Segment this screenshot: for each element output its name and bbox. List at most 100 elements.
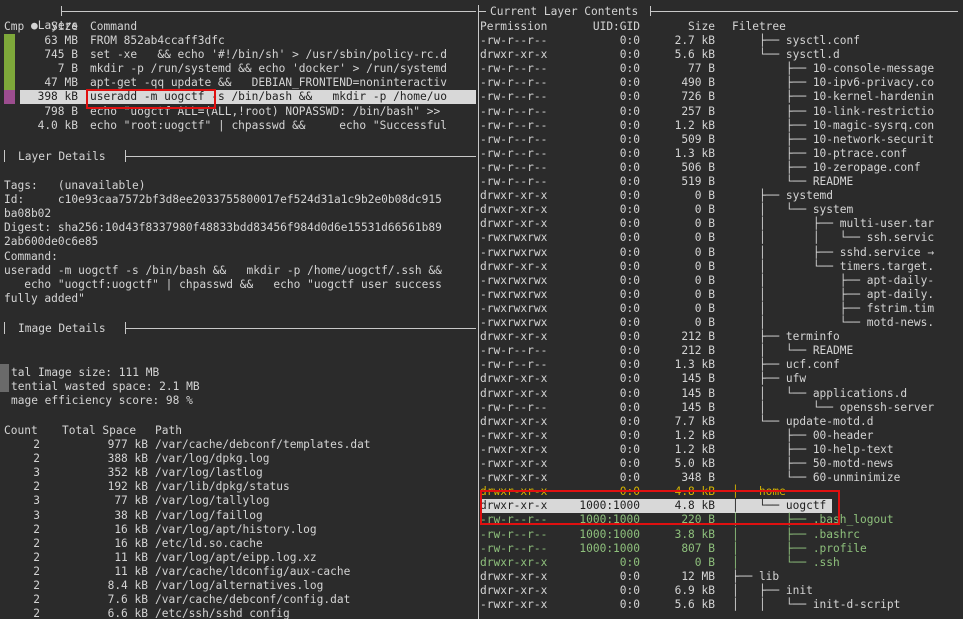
filetree-row[interactable]: -rwxrwxrwx 0:0 0 B │ ├── apt-daily- xyxy=(480,274,963,288)
filetree-row[interactable]: -rwxrwxrwx 0:0 0 B │ │ └── ssh.servic xyxy=(480,231,963,245)
file-tree-entry: └── update-motd.d xyxy=(732,414,874,428)
filetree-row[interactable]: -rw-r--r-- 1000:1000 807 B │ ├── .profile xyxy=(480,542,963,556)
layer-row[interactable]: 7 B mkdir -p /run/systemd && echo 'docker… xyxy=(20,62,476,76)
file-tree-entry: ├── 10-ptrace.conf xyxy=(732,146,908,160)
layer-row[interactable]: 4.0 kB echo "root:uogctf" | chpasswd && e… xyxy=(20,119,476,133)
file-permission: drwxr-xr-x xyxy=(480,583,548,597)
ineff-path: /var/log/alternatives.log xyxy=(155,579,324,592)
file-tree-entry: ├── 10-magic-sysrq.con xyxy=(732,118,935,132)
file-uidgid: 0:0 xyxy=(619,273,640,287)
filetree-row[interactable]: -rw-r--r-- 0:0 1.2 kB ├── 10-magic-sysrq.c… xyxy=(480,119,963,133)
filetree-row[interactable]: -rw-r--r-- 0:0 509 B ├── 10-network-securi… xyxy=(480,133,963,147)
filetree-row[interactable]: -rw-r--r-- 0:0 726 B ├── 10-kernel-hardeni… xyxy=(480,90,963,104)
filetree-row[interactable]: drwxr-xr-x 0:0 212 B ├── terminfo xyxy=(480,330,963,344)
filetree-row[interactable]: -rw-r--r-- 0:0 2.7 kB ├── sysctl.conf xyxy=(480,34,963,48)
layer-size: 745 B xyxy=(44,48,78,62)
filetree-row[interactable]: drwxr-xr-x 0:0 0 B │ └── system xyxy=(480,203,963,217)
ineff-space: 16 kB xyxy=(114,536,148,550)
file-permission: -rw-r--r-- xyxy=(480,34,548,47)
ineff-count: 3 xyxy=(33,494,40,508)
filetree-row[interactable]: -rwxrwxrwx 0:0 0 B │ ├── fstrim.tim xyxy=(480,302,963,316)
filetree-row[interactable]: drwxr-xr-x 0:0 0 B │ └── .ssh xyxy=(480,556,963,570)
filetree-row[interactable]: drwxr-xr-x 0:0 12 MB ├── lib xyxy=(480,570,963,584)
filetree-row[interactable]: -rw-r--r-- 1000:1000 3.8 kB │ ├── .bashrc xyxy=(480,528,963,542)
file-tree-entry: ├── ufw xyxy=(732,372,807,386)
file-tree-entry: │ └── openssh-server xyxy=(732,400,935,414)
ineff-path: /var/log/apt/history.log xyxy=(155,522,317,536)
file-uidgid: 0:0 xyxy=(619,34,640,47)
filetree-row[interactable]: drwxr-xr-x 0:0 0 B │ ├── multi-user.tar xyxy=(480,217,963,231)
file-tree-entry: ├── 10-network-securit xyxy=(732,132,935,146)
side-handle-icon[interactable] xyxy=(0,378,9,392)
file-uidgid: 0:0 xyxy=(619,569,640,583)
image-details-title[interactable]: Image Details xyxy=(18,322,106,336)
file-uidgid: 0:0 xyxy=(619,76,640,90)
filetree-row[interactable]: drwxr-xr-x 0:0 145 B ├── ufw xyxy=(480,372,963,386)
filetree-row[interactable]: drwxr-xr-x 0:0 5.6 kB └── sysctl.d xyxy=(480,48,963,62)
layer-details-title[interactable]: Layer Details xyxy=(18,150,106,164)
filetree-row[interactable]: -rw-r--r-- 0:0 519 B └── README xyxy=(480,175,963,189)
ineff-space: 977 kB xyxy=(107,438,148,451)
filetree-row[interactable]: drwxr-xr-x 0:0 7.7 kB └── update-motd.d xyxy=(480,415,963,429)
file-permission: -rwxr-xr-x xyxy=(480,457,548,470)
inefficiency-row: 2 11 kB/var/log/apt/eipp.log.xz xyxy=(0,551,476,565)
ineff-col-count: Count xyxy=(4,424,38,437)
file-uidgid: 0:0 xyxy=(619,245,640,259)
filetree-row[interactable]: -rwxr-xr-x 0:0 348 B └── 60-unminimize xyxy=(480,471,963,485)
filetree-row[interactable]: -rwxr-xr-x 0:0 5.0 kB ├── 50-motd-news xyxy=(480,457,963,471)
file-permission: -rwxrwxrwx xyxy=(480,301,548,315)
filetree-row[interactable]: -rwxr-xr-x 0:0 1.2 kB ├── 00-header xyxy=(480,429,963,443)
filetree-row[interactable]: -rwxrwxrwx 0:0 0 B │ ├── sshd.service → xyxy=(480,246,963,260)
highlight-home-uogctf xyxy=(480,490,840,525)
file-uidgid: 0:0 xyxy=(619,217,640,231)
layer-size: 398 kB xyxy=(37,90,78,104)
file-tree-entry: ├── 10-help-text xyxy=(732,442,894,456)
filetree-row[interactable]: -rw-r--r-- 0:0 1.3 kB ├── ucf.conf xyxy=(480,358,963,372)
file-size: 1.2 kB xyxy=(674,442,715,456)
inefficiency-row: 2 16 kB/etc/ld.so.cache xyxy=(0,537,476,551)
inefficiency-row: 3 38 kB/var/log/faillog xyxy=(0,509,476,523)
file-permission: -rwxrwxrwx xyxy=(480,273,548,287)
filetree-row[interactable]: drwxr-xr-x 0:0 145 B │ └── applications.d xyxy=(480,387,963,401)
file-size: 5.0 kB xyxy=(674,457,715,470)
filetree-row[interactable]: drwxr-xr-x 0:0 6.9 kB │ ├── init xyxy=(480,584,963,598)
layer-command: mkdir -p /run/systemd && echo 'docker' >… xyxy=(90,62,447,76)
filetree-row[interactable]: -rw-r--r-- 0:0 1.3 kB ├── 10-ptrace.conf xyxy=(480,147,963,161)
file-size: 0 B xyxy=(694,245,715,259)
filetree-row[interactable]: -rw-r--r-- 0:0 77 B ├── 10-console-message xyxy=(480,62,963,76)
filetree-row[interactable]: -rw-r--r-- 0:0 145 B │ └── openssh-server xyxy=(480,401,963,415)
file-permission: -rw-r--r-- xyxy=(480,118,548,132)
file-tree-entry: │ │ └── init-d-script xyxy=(732,598,901,611)
layer-row[interactable]: 745 B set -xe && echo '#!/bin/sh' > /usr/… xyxy=(20,48,476,62)
ineff-space: 7.6 kB xyxy=(107,593,148,607)
filetree-row[interactable]: -rw-r--r-- 0:0 506 B ├── 10-zeropage.conf xyxy=(480,161,963,175)
file-permission: drwxr-xr-x xyxy=(480,386,548,400)
ineff-count: 2 xyxy=(33,536,40,550)
filetree-row[interactable]: -rw-r--r-- 0:0 212 B │ └── README xyxy=(480,344,963,358)
contents-panel-title[interactable]: Current Layer Contents xyxy=(490,5,638,19)
file-tree-entry: │ └── system xyxy=(732,203,854,217)
file-permission: -rw-r--r-- xyxy=(480,146,548,160)
filetree-row[interactable]: -rwxrwxrwx 0:0 0 B │ ├── apt-daily. xyxy=(480,288,963,302)
filetree-row[interactable]: drwxr-xr-x 0:0 0 B ├── systemd xyxy=(480,189,963,203)
layer-row[interactable]: 63 MB FROM 852ab4ccaff3dfc xyxy=(20,34,476,48)
left-pane: ●Layers Cmp Size Command 63 MB FROM 852ab… xyxy=(0,0,478,619)
filetree-row[interactable]: drwxr-xr-x 0:0 0 B │ └── timers.target. xyxy=(480,260,963,274)
filetree-row[interactable]: -rwxr-xr-x 0:0 1.2 kB ├── 10-help-text xyxy=(480,443,963,457)
filetree-row[interactable]: -rwxr-xr-x 0:0 5.6 kB │ │ └── init-d-script xyxy=(480,598,963,612)
file-uidgid: 0:0 xyxy=(619,583,640,597)
file-uidgid: 0:0 xyxy=(619,104,640,118)
file-tree-entry: ├── 50-motd-news xyxy=(732,457,894,470)
filetree-row[interactable]: -rw-r--r-- 0:0 257 B ├── 10-link-restricti… xyxy=(480,105,963,119)
file-uidgid: 0:0 xyxy=(619,344,640,358)
file-permission: drwxr-xr-x xyxy=(480,555,548,569)
filetree-row[interactable]: -rw-r--r-- 0:0 490 B ├── 10-ipv6-privacy.c… xyxy=(480,76,963,90)
file-tree-entry: └── sysctl.d xyxy=(732,48,840,62)
layers-panel-title[interactable]: ●Layers xyxy=(4,5,78,32)
ineff-col-path: Path xyxy=(155,424,182,437)
filetree-row[interactable]: -rwxrwxrwx 0:0 0 B │ └── motd-news. xyxy=(480,316,963,330)
inefficiency-row: 2 977 kB/var/cache/debconf/templates.dat xyxy=(0,438,476,452)
side-handle-icon[interactable] xyxy=(0,364,9,378)
file-uidgid: 0:0 xyxy=(619,414,640,428)
file-uidgid: 0:0 xyxy=(619,62,640,76)
